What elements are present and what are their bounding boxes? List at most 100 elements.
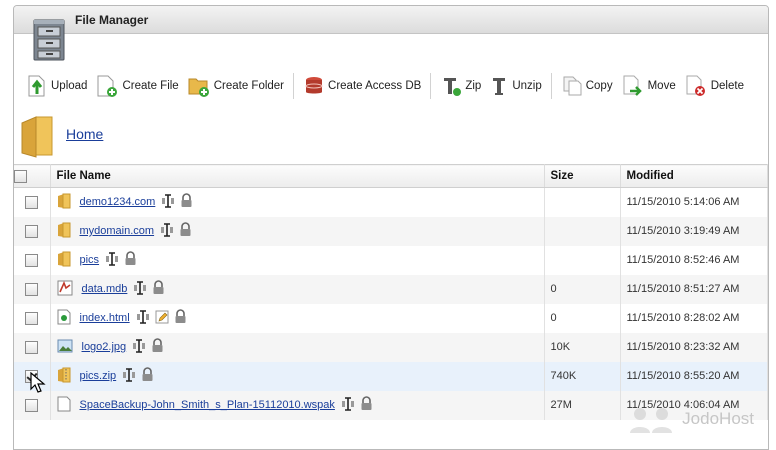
folder-file-icon (57, 251, 71, 270)
file-name-link[interactable]: data.mdb (82, 283, 128, 295)
file-list: demo1234.com 11/15/2010 5:14:06 AM mydomai… (14, 187, 768, 420)
permissions-lock-icon[interactable] (174, 309, 187, 327)
zip-file-icon (57, 367, 71, 386)
watermark: JodoHost (628, 405, 754, 433)
file-name-link[interactable]: pics.zip (80, 370, 117, 382)
copy-button[interactable]: Copy (557, 70, 617, 102)
file-size-cell: 10K (544, 332, 621, 362)
watermark-text: JodoHost (682, 409, 754, 428)
rename-icon[interactable] (133, 280, 147, 298)
create-access-db-button[interactable]: Create Access DB (299, 70, 425, 102)
file-name-cell: SpaceBackup-John_Smith_s_Plan-15112010.w… (50, 390, 545, 420)
row-checkbox[interactable] (25, 340, 39, 354)
folder-file-icon (57, 222, 71, 241)
rename-icon[interactable] (341, 396, 355, 414)
row-select-cell (14, 274, 51, 304)
file-name-link[interactable]: demo1234.com (80, 196, 156, 208)
row-checkbox[interactable] (25, 195, 39, 209)
file-table: File Name Size Modified demo1234.com 11/1… (14, 164, 768, 420)
row-checkbox[interactable] (25, 398, 39, 412)
row-checkbox[interactable] (25, 253, 39, 267)
file-name-link[interactable]: mydomain.com (80, 225, 155, 237)
database-icon (305, 77, 323, 94)
permissions-lock-icon[interactable] (360, 396, 373, 414)
table-row[interactable]: data.mdb 0 11/15/2010 8:51:27 AM (14, 274, 768, 304)
rename-icon[interactable] (161, 193, 175, 211)
zip-icon (444, 78, 462, 96)
permissions-lock-icon[interactable] (151, 338, 164, 356)
modified-date-cell: 11/15/2010 8:55:20 AM (620, 361, 768, 391)
folder-file-icon (57, 193, 71, 212)
row-select-cell (14, 216, 51, 246)
file-size-cell: 0 (544, 303, 621, 333)
unzip-icon (493, 78, 506, 95)
edit-icon[interactable] (155, 310, 169, 327)
file-name-cell: mydomain.com (50, 216, 545, 246)
new-file-icon (97, 75, 118, 97)
file-name-link[interactable]: SpaceBackup-John_Smith_s_Plan-15112010.w… (80, 399, 335, 411)
row-checkbox[interactable] (25, 224, 39, 238)
modified-date-cell: 11/15/2010 3:19:49 AM (620, 216, 768, 246)
mdb-file-icon (57, 280, 73, 299)
table-row[interactable]: pics.zip 740K 11/15/2010 8:55:20 AM (14, 361, 768, 391)
file-name-link[interactable]: index.html (80, 312, 130, 324)
permissions-lock-icon[interactable] (152, 280, 165, 298)
toolbar-separator (293, 73, 295, 99)
modified-date-cell: 11/15/2010 8:52:46 AM (620, 245, 768, 275)
file-manager-panel: File Manager Upload Create File Create F… (13, 5, 769, 450)
modified-date-cell: 11/15/2010 8:51:27 AM (620, 274, 768, 304)
file-file-icon (57, 396, 71, 415)
file-name-link[interactable]: logo2.jpg (82, 341, 127, 353)
file-size-cell: 27M (544, 390, 621, 420)
file-size-cell: 740K (544, 361, 621, 391)
zip-button[interactable]: Zip (436, 70, 485, 102)
title-bar: File Manager (14, 6, 768, 34)
rename-icon[interactable] (105, 251, 119, 269)
modified-date-cell: 11/15/2010 8:28:02 AM (620, 303, 768, 333)
table-row[interactable]: demo1234.com 11/15/2010 5:14:06 AM (14, 187, 768, 217)
delete-icon (686, 75, 705, 96)
file-name-cell: pics (50, 245, 545, 275)
row-checkbox[interactable] (25, 311, 39, 325)
delete-label: Delete (710, 80, 744, 92)
permissions-lock-icon[interactable] (124, 251, 137, 269)
toolbar: Upload Create File Create Folder Create … (14, 68, 768, 104)
permissions-lock-icon[interactable] (141, 367, 154, 385)
rename-icon[interactable] (132, 338, 146, 356)
rename-icon[interactable] (160, 222, 174, 240)
permissions-lock-icon[interactable] (180, 193, 193, 211)
file-name-cell: data.mdb (50, 274, 545, 304)
modified-header[interactable]: Modified (620, 164, 768, 188)
table-row[interactable]: logo2.jpg 10K 11/15/2010 8:23:32 AM (14, 332, 768, 362)
file-size-cell: 0 (544, 274, 621, 304)
toolbar-separator (550, 73, 552, 99)
upload-button[interactable]: Upload (22, 70, 91, 102)
rename-icon[interactable] (136, 309, 150, 327)
move-label: Move (647, 80, 676, 92)
file-name-cell: logo2.jpg (50, 332, 545, 362)
row-select-cell (14, 332, 51, 362)
select-all-checkbox[interactable] (14, 169, 27, 183)
file-size-cell (544, 216, 621, 246)
table-row[interactable]: index.html 0 11/15/2010 8:28:02 AM (14, 303, 768, 333)
row-checkbox[interactable] (25, 282, 39, 296)
file-name-link[interactable]: pics (80, 254, 100, 266)
permissions-lock-icon[interactable] (179, 222, 192, 240)
table-row[interactable]: mydomain.com 11/15/2010 3:19:49 AM (14, 216, 768, 246)
file-name-header[interactable]: File Name (50, 164, 545, 188)
create-access-db-label: Create Access DB (328, 80, 422, 92)
rename-icon[interactable] (122, 367, 136, 385)
zip-label: Zip (465, 80, 482, 92)
unzip-button[interactable]: Unzip (485, 70, 545, 102)
file-size-cell (544, 245, 621, 275)
create-folder-button[interactable]: Create Folder (183, 70, 288, 102)
table-row[interactable]: pics 11/15/2010 8:52:46 AM (14, 245, 768, 275)
delete-button[interactable]: Delete (680, 70, 748, 102)
create-file-button[interactable]: Create File (91, 70, 182, 102)
breadcrumb-home-link[interactable]: Home (66, 126, 103, 142)
window-title: File Manager (75, 13, 149, 27)
move-button[interactable]: Move (617, 70, 680, 102)
size-header[interactable]: Size (544, 164, 621, 188)
people-logo-icon (630, 408, 673, 433)
select-all-header (14, 164, 51, 188)
